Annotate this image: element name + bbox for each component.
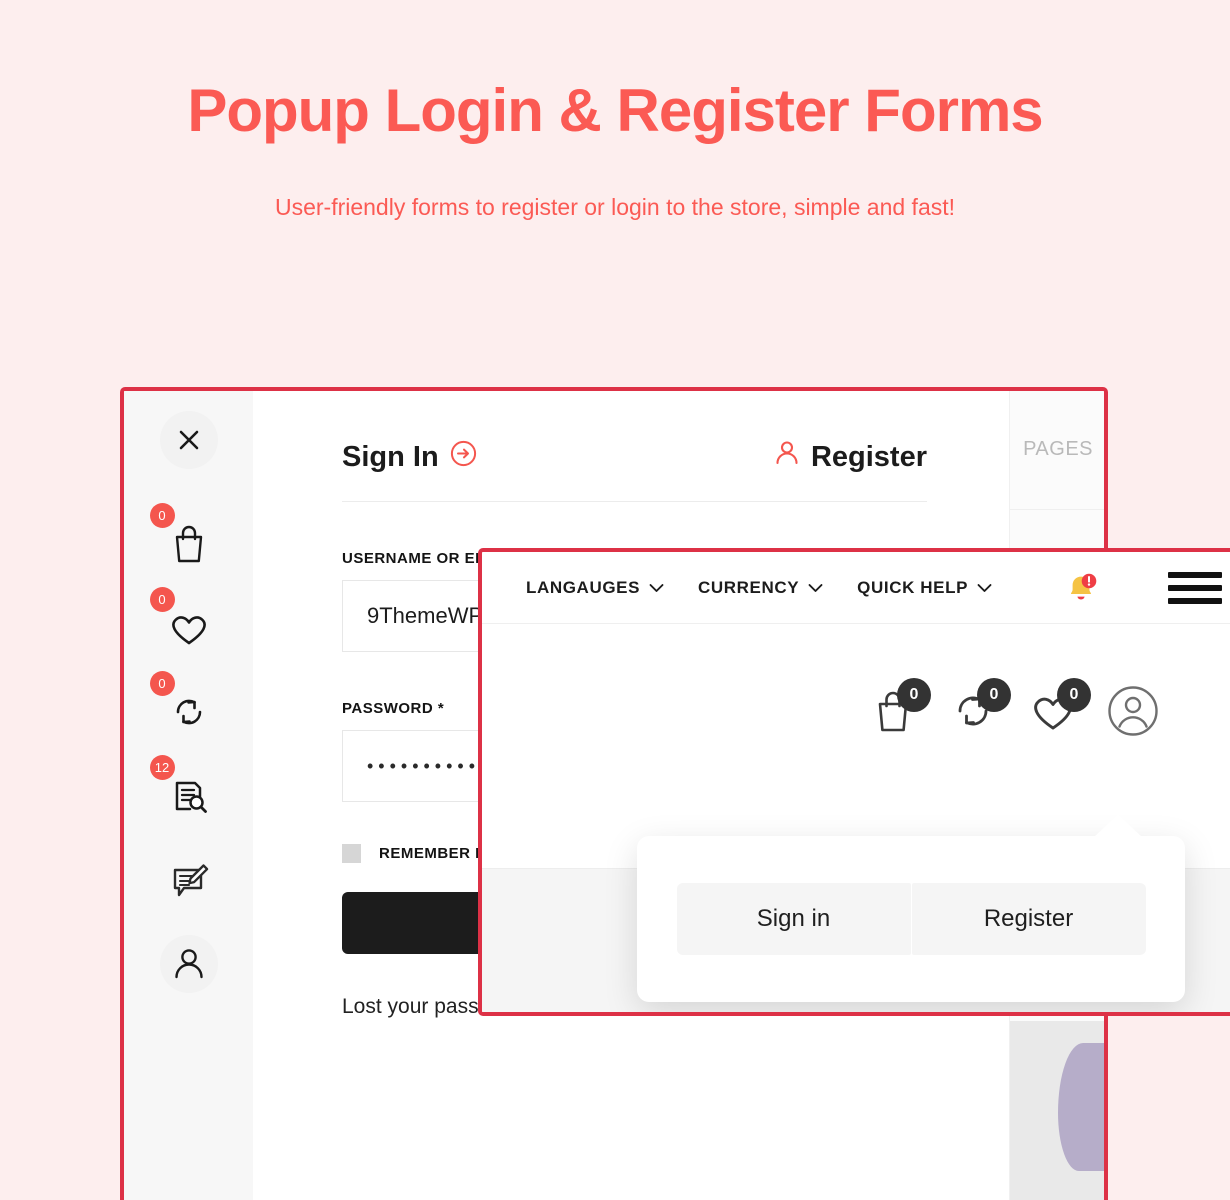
- shopping-bag-icon: [169, 523, 209, 565]
- user-circle-icon: [1107, 685, 1159, 742]
- sidebar-item-account[interactable]: [159, 935, 218, 993]
- cart-badge: 0: [149, 503, 175, 528]
- page-title: Popup Login & Register Forms: [187, 77, 1043, 144]
- account-dropdown: Sign in Register: [637, 836, 1185, 1002]
- dropdown-register-button[interactable]: Register: [911, 883, 1146, 955]
- sign-in-label: Sign In: [342, 440, 439, 473]
- hamburger-menu-icon[interactable]: [1168, 571, 1223, 604]
- sidebar: 0 0 0 12: [124, 391, 253, 1200]
- overlay-body: 0 0 0 Sign in Register: [482, 624, 1230, 1012]
- comment-pencil-icon: [167, 860, 211, 900]
- divider: [1010, 509, 1104, 510]
- menu-currency[interactable]: CURRENCY: [698, 578, 823, 598]
- bell-alert-icon: [1064, 573, 1098, 611]
- overlay-topbar: LANGAUGES CURRENCY QUICK HELP: [482, 552, 1230, 624]
- header-account-button[interactable]: [1107, 685, 1159, 742]
- arrow-circle-right-icon: [450, 440, 477, 475]
- product-image: [1058, 1043, 1104, 1171]
- sidebar-item-close[interactable]: [159, 411, 218, 469]
- header-compare-count: 0: [977, 678, 1011, 712]
- close-icon: [174, 425, 204, 455]
- wishlist-badge: 0: [149, 587, 175, 612]
- menu-quick-help[interactable]: QUICK HELP: [857, 578, 992, 598]
- order-tracking-badge: 12: [149, 755, 175, 780]
- menu-quick-help-label: QUICK HELP: [857, 577, 969, 597]
- menu-currency-label: CURRENCY: [698, 577, 800, 597]
- tab-register[interactable]: Register: [774, 439, 927, 475]
- header-cart-button[interactable]: 0: [867, 678, 931, 739]
- heart-icon: [167, 608, 211, 648]
- dropdown-arrow: [1092, 814, 1144, 839]
- register-label: Register: [810, 440, 927, 473]
- header-overlay-panel: LANGAUGES CURRENCY QUICK HELP 0 0 0 Sign…: [478, 548, 1230, 1016]
- chevron-down-icon: [977, 578, 992, 598]
- sidebar-item-cart[interactable]: 0: [149, 503, 218, 573]
- product-preview: [1010, 1021, 1104, 1200]
- menu-langauges-label: LANGAUGES: [526, 577, 641, 597]
- form-tabs: Sign In Register: [342, 439, 927, 502]
- header-icon-row: 0 0 0: [867, 678, 1159, 742]
- tab-sign-in[interactable]: Sign In: [342, 440, 477, 475]
- compare-badge: 0: [149, 671, 175, 696]
- chevron-down-icon: [649, 578, 664, 598]
- dropdown-sign-in-button[interactable]: Sign in: [676, 883, 911, 955]
- chevron-down-icon: [808, 578, 823, 598]
- sidebar-item-compare[interactable]: 0: [149, 671, 218, 741]
- page-root: Popup Login & Register Forms User-friend…: [0, 0, 1230, 1200]
- user-icon: [171, 945, 207, 983]
- page-subtitle: User-friendly forms to register or login…: [274, 194, 956, 220]
- pages-label: PAGES: [1023, 438, 1093, 460]
- header-wishlist-button[interactable]: 0: [1027, 678, 1091, 739]
- compare-refresh-icon: [169, 692, 209, 732]
- sidebar-item-wishlist[interactable]: 0: [149, 587, 218, 657]
- user-outline-icon: [774, 439, 800, 475]
- sidebar-item-reviews[interactable]: [160, 851, 218, 909]
- notification-bell-button[interactable]: [1064, 569, 1098, 607]
- header-cart-count: 0: [897, 678, 931, 712]
- sidebar-item-order-tracking[interactable]: 12: [149, 755, 218, 825]
- header-compare-button[interactable]: 0: [947, 678, 1011, 739]
- menu-langauges[interactable]: LANGAUGES: [526, 578, 664, 598]
- remember-me-checkbox[interactable]: [342, 844, 361, 863]
- header-wishlist-count: 0: [1057, 678, 1091, 712]
- document-search-icon: [167, 774, 211, 818]
